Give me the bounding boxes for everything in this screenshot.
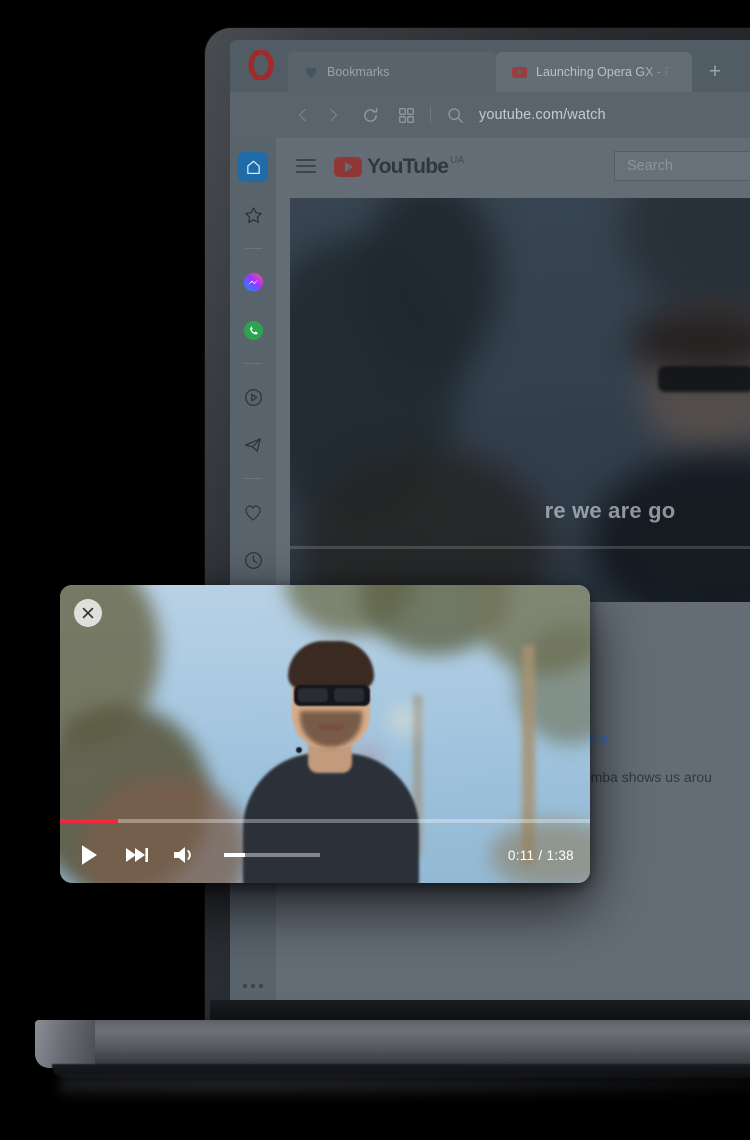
heart-outline-icon <box>243 503 263 522</box>
toolbar-divider <box>430 107 431 124</box>
youtube-video-player[interactable]: re we are go <box>290 198 750 602</box>
volume-slider[interactable] <box>224 853 320 857</box>
laptop-base-left-edge <box>35 1020 95 1068</box>
heart-icon <box>304 66 318 79</box>
volume-button[interactable] <box>172 844 198 866</box>
video-progress-bar[interactable] <box>290 546 750 549</box>
chevron-left-icon <box>295 107 311 123</box>
youtube-play-icon <box>334 157 362 177</box>
sidebar-item-telegram[interactable] <box>238 430 268 460</box>
opera-logo-icon[interactable] <box>246 50 276 80</box>
sidebar-divider <box>244 478 262 479</box>
page-search-button[interactable] <box>440 100 470 130</box>
youtube-country-code: UA <box>450 155 464 166</box>
play-button[interactable] <box>76 842 102 868</box>
seek-bar-fill <box>60 819 118 823</box>
reload-icon <box>362 107 379 124</box>
play-icon <box>76 842 102 868</box>
sidebar-item-messenger[interactable] <box>238 267 268 297</box>
laptop-base-shadow <box>60 1078 750 1100</box>
search-icon <box>447 107 464 124</box>
reload-button[interactable] <box>355 100 385 130</box>
star-icon <box>244 206 263 225</box>
tab-active-youtube[interactable]: Launching Opera GX - FIRST G <box>496 52 692 92</box>
whatsapp-icon <box>243 320 264 341</box>
floating-video-player[interactable]: 0:11 / 1:38 <box>60 585 590 883</box>
youtube-logo[interactable]: YouTube UA <box>334 156 464 177</box>
sidebar-item-whatsapp[interactable] <box>238 315 268 345</box>
speed-dial-button[interactable] <box>391 100 421 130</box>
sidebar-divider <box>244 248 262 249</box>
video-dim-overlay <box>290 198 750 602</box>
home-icon <box>245 159 262 176</box>
sidebar-item-favorites[interactable] <box>238 497 268 527</box>
tab-bookmarks-label: Bookmarks <box>327 65 390 79</box>
play-circle-icon <box>244 388 263 407</box>
laptop-base-lip <box>52 1064 750 1078</box>
three-dots-icon[interactable] <box>243 984 263 988</box>
screenshot-root: Bookmarks Launching Opera GX - FIRST G + <box>0 0 750 1140</box>
forward-button[interactable] <box>318 100 348 130</box>
next-button[interactable] <box>124 845 150 865</box>
sidebar-item-speed-dial[interactable] <box>238 200 268 230</box>
new-tab-button[interactable]: + <box>692 52 738 92</box>
youtube-logo-text: YouTube <box>367 156 448 177</box>
messenger-icon <box>243 272 264 293</box>
tab-bookmarks[interactable]: Bookmarks <box>288 52 496 92</box>
grid-squares-icon <box>399 108 414 123</box>
search-input[interactable]: Search <box>614 151 750 181</box>
hamburger-icon[interactable] <box>296 159 316 173</box>
chevron-right-icon <box>325 107 341 123</box>
telegram-icon <box>243 435 263 455</box>
address-bar: youtube.com/watch <box>230 92 750 139</box>
sidebar-item-player[interactable] <box>238 382 268 412</box>
volume-icon <box>172 844 198 866</box>
youtube-favicon <box>512 67 527 78</box>
video-caption-text: re we are go <box>290 498 750 524</box>
tab-bar: Bookmarks Launching Opera GX - FIRST G + <box>230 40 750 92</box>
sidebar-item-history[interactable] <box>238 545 268 575</box>
seek-bar[interactable] <box>60 819 590 823</box>
sidebar-divider <box>244 363 262 364</box>
laptop-base <box>35 1020 750 1068</box>
sidebar-item-home[interactable] <box>238 152 268 182</box>
next-track-icon <box>124 845 150 865</box>
youtube-header: YouTube UA Search <box>276 138 750 194</box>
url-text[interactable]: youtube.com/watch <box>479 107 606 123</box>
close-x-icon <box>82 607 94 619</box>
time-display: 0:11 / 1:38 <box>508 848 574 863</box>
player-controls: 0:11 / 1:38 <box>60 819 590 883</box>
back-button[interactable] <box>288 100 318 130</box>
tab-active-label: Launching Opera GX - FIRST G <box>536 65 676 79</box>
close-icon[interactable] <box>74 599 102 627</box>
volume-slider-fill <box>224 853 245 857</box>
clock-icon <box>244 551 263 570</box>
